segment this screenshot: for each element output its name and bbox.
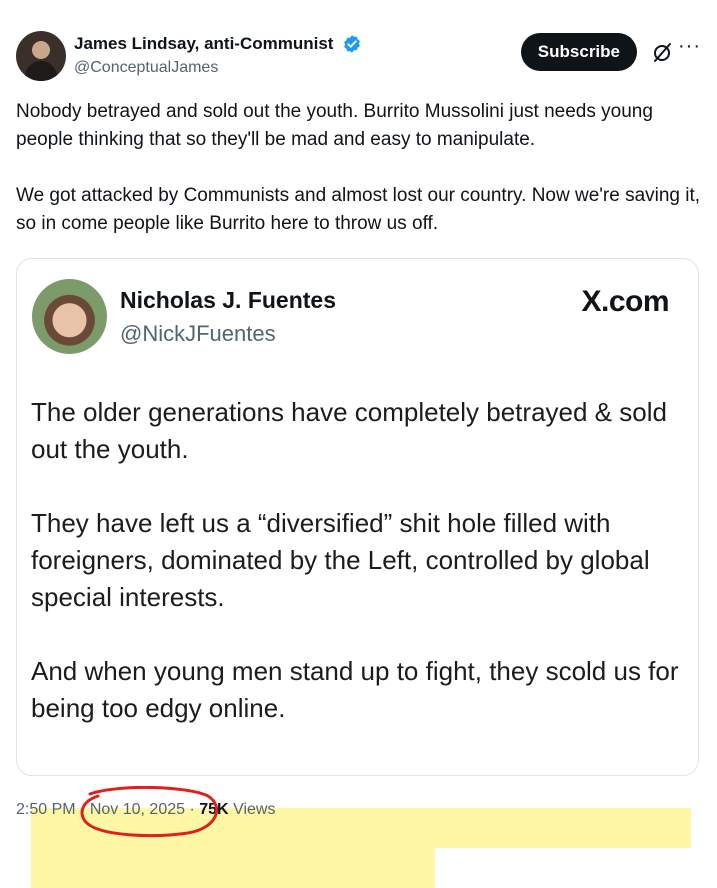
subscribe-button[interactable]: Subscribe [520, 33, 637, 71]
quoted-author-handle: @NickJFuentes [120, 321, 276, 346]
author-info: James Lindsay, anti-Communist @Conceptua… [74, 34, 362, 77]
quoted-paragraph: They have left us a “diversified” shit h… [31, 508, 650, 612]
quoted-post-card[interactable]: Nicholas J. Fuentes @NickJFuentes X.com … [16, 258, 699, 888]
post-date[interactable]: Nov 10, 2025 [90, 801, 185, 818]
post-metadata: 2:50 PM · Nov 10, 2025 · 75K Views [16, 801, 275, 819]
post-paragraph: Nobody betrayed and sold out the youth. … [16, 101, 653, 150]
views-count: 75K [199, 801, 229, 818]
post-text: Nobody betrayed and sold out the youth. … [16, 98, 706, 266]
author-name[interactable]: James Lindsay, anti-Communist [74, 34, 333, 54]
verified-badge-icon [344, 35, 360, 53]
quoted-author-name: Nicholas J. Fuentes [120, 287, 337, 313]
separator: · [189, 801, 195, 818]
separator: · [80, 801, 86, 818]
post-paragraph: We got attacked by Communists and almost… [16, 185, 701, 234]
post-header: James Lindsay, anti-Communist @Conceptua… [16, 31, 701, 83]
highlight-line-2 [31, 808, 435, 888]
slashed-circle-icon[interactable] [651, 41, 673, 63]
author-avatar[interactable] [16, 31, 66, 81]
views-label: Views [233, 801, 276, 818]
more-icon[interactable]: ··· [678, 35, 701, 58]
quoted-author-avatar [32, 279, 107, 354]
post-time[interactable]: 2:50 PM [16, 801, 76, 818]
author-handle[interactable]: @ConceptualJames [74, 59, 362, 77]
quoted-post-body: The older generations have completely be… [31, 394, 691, 888]
quoted-paragraph-highlighted: And when young men stand up to fight, th… [31, 656, 679, 723]
quoted-paragraph: The older generations have completely be… [31, 397, 667, 464]
x-logo-text: X.com [581, 285, 669, 318]
